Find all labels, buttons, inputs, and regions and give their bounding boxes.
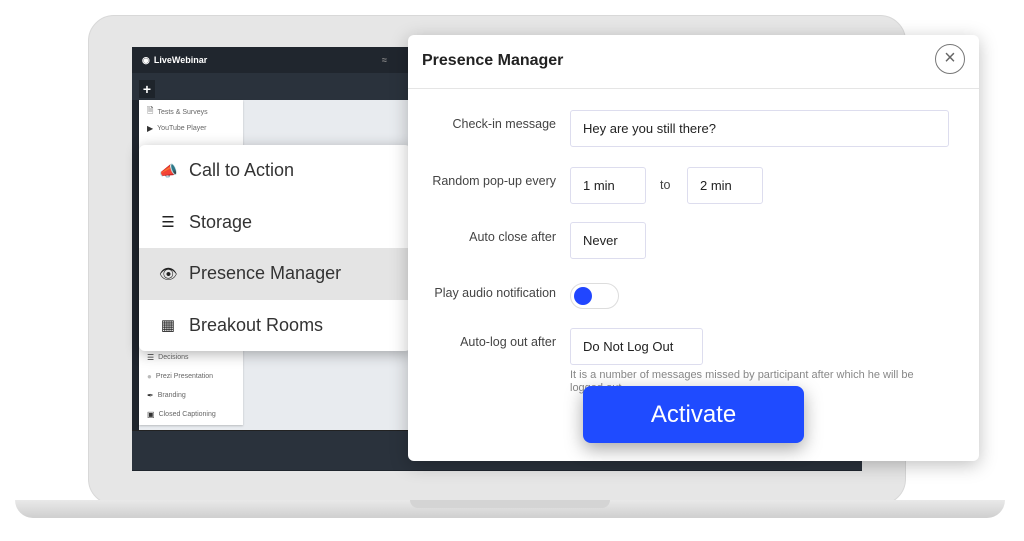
sidebar-item-label: Closed Captioning bbox=[158, 411, 216, 418]
sidebar-item-decisions[interactable]: ☰ Decisions bbox=[147, 353, 189, 362]
autoclose-label: Auto close after bbox=[469, 230, 556, 244]
audio-notification-toggle[interactable] bbox=[570, 283, 619, 309]
wifi-icon: ≈ bbox=[382, 55, 387, 65]
autoclose-select[interactable]: Never bbox=[570, 222, 646, 259]
eye-icon: 👁 bbox=[159, 265, 179, 283]
sidebar-item-label: Tests & Surveys bbox=[157, 108, 208, 116]
sidebar-item-youtube[interactable]: ▶ YouTube Player bbox=[147, 124, 206, 133]
document-icon: 🗎 bbox=[147, 106, 154, 115]
add-button[interactable]: + bbox=[139, 80, 155, 98]
logo-icon: ◉ bbox=[142, 54, 150, 65]
menu-item-label: Storage bbox=[189, 211, 253, 232]
random-to-select[interactable]: 2 min bbox=[687, 167, 763, 204]
sidebar-item-tests[interactable]: 🗎 Tests & Surveys bbox=[147, 105, 208, 119]
sidebar-item-branding[interactable]: ✒ Branding bbox=[147, 391, 186, 400]
sidebar-item-label: Decisions bbox=[158, 354, 189, 361]
logout-label: Auto-log out after bbox=[460, 335, 556, 349]
sidebar-item-label: Branding bbox=[157, 392, 186, 399]
sidebar-item-label: Prezi Presentation bbox=[155, 373, 214, 380]
dialog-title: Presence Manager bbox=[422, 52, 564, 69]
sidebar-item-cc[interactable]: ▣ Closed Captioning bbox=[147, 410, 216, 419]
random-popup-label: Random pop-up every bbox=[432, 174, 556, 188]
random-from-select[interactable]: 1 min bbox=[570, 167, 646, 204]
grid-icon: ▦ bbox=[160, 317, 176, 335]
cc-icon: ▣ bbox=[147, 410, 155, 419]
menu-item-label: Presence Manager bbox=[189, 263, 342, 284]
prezi-icon: ● bbox=[147, 372, 152, 381]
storage-icon: ☰ bbox=[161, 214, 175, 232]
audio-label: Play audio notification bbox=[434, 286, 556, 300]
checkin-label: Check-in message bbox=[452, 117, 556, 131]
sidebar-item-label: YouTube Player bbox=[157, 125, 207, 132]
divider bbox=[408, 88, 979, 89]
checkin-message-input[interactable]: Hey are you still there? bbox=[570, 110, 949, 147]
activate-button[interactable]: Activate bbox=[583, 386, 804, 443]
megaphone-icon: 📣 bbox=[159, 162, 178, 180]
to-label: to bbox=[660, 178, 671, 192]
sidebar-item-prezi[interactable]: ● Prezi Presentation bbox=[147, 372, 213, 381]
laptop-notch bbox=[410, 500, 610, 508]
help-line: It is a number of messages missed by par… bbox=[570, 369, 914, 381]
brand-name: LiveWebinar bbox=[153, 55, 208, 65]
toggle-knob bbox=[574, 287, 592, 305]
youtube-icon: ▶ bbox=[147, 124, 154, 133]
close-icon[interactable]: × bbox=[935, 44, 965, 74]
menu-item-label: Breakout Rooms bbox=[189, 314, 324, 335]
auto-logout-select[interactable]: Do Not Log Out bbox=[570, 328, 703, 365]
brush-icon: ✒ bbox=[147, 391, 154, 400]
menu-item-call-to-action[interactable]: 📣 Call to Action bbox=[139, 145, 411, 197]
list-icon: ☰ bbox=[147, 353, 155, 362]
menu-item-label: Call to Action bbox=[189, 160, 295, 181]
